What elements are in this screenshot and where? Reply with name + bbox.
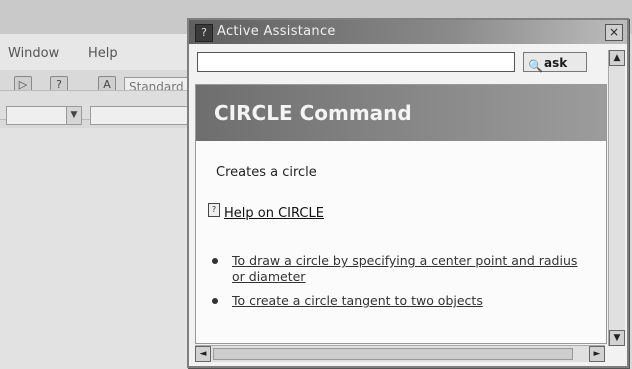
color-dropdown[interactable]: [90, 106, 192, 125]
scroll-down-icon[interactable]: ▼: [609, 330, 625, 346]
search-icon: 🔍: [528, 59, 543, 73]
horizontal-scrollbar[interactable]: ◄ ►: [195, 345, 605, 362]
procedure-list: To draw a circle by specifying a center …: [212, 253, 582, 317]
background-menubar: Window Help: [0, 34, 200, 70]
window-title: Active Assistance: [217, 24, 336, 39]
scroll-up-icon[interactable]: ▲: [609, 50, 625, 66]
list-item: To draw a circle by specifying a center …: [212, 253, 582, 285]
bullet-icon: [212, 258, 218, 264]
help-document-icon: ?: [208, 203, 220, 217]
chevron-down-icon[interactable]: ▼: [66, 107, 81, 124]
scroll-right-icon[interactable]: ►: [589, 346, 605, 362]
procedure-link-tangent[interactable]: To create a circle tangent to two object…: [232, 293, 483, 308]
menu-item-help[interactable]: Help: [88, 46, 118, 61]
help-app-icon: ?: [195, 24, 213, 42]
procedure-link-center-radius[interactable]: To draw a circle by specifying a center …: [232, 253, 577, 284]
window-titlebar[interactable]: ? Active Assistance ×: [189, 20, 627, 44]
ask-button[interactable]: 🔍 ask: [523, 52, 587, 73]
list-item: To create a circle tangent to two object…: [212, 293, 582, 309]
bullet-icon: [212, 298, 218, 304]
header-band: CIRCLE Command: [196, 85, 606, 141]
scroll-left-icon[interactable]: ◄: [195, 346, 211, 362]
close-button[interactable]: ×: [605, 24, 623, 41]
page-title: CIRCLE Command: [214, 101, 412, 125]
ask-button-label: ask: [544, 56, 568, 70]
search-input[interactable]: [197, 52, 515, 72]
active-assistance-window: ? Active Assistance × 🔍 ask CIRCLE Comma…: [187, 18, 629, 368]
help-content-pane: CIRCLE Command Creates a circle ? Help o…: [195, 84, 607, 344]
vertical-scrollbar[interactable]: ▲ ▼: [608, 50, 625, 346]
search-row: 🔍 ask: [197, 52, 599, 74]
command-description: Creates a circle: [216, 165, 317, 180]
drawing-canvas[interactable]: [0, 128, 190, 369]
layer-dropdown[interactable]: ▼: [6, 106, 82, 125]
scroll-thumb[interactable]: [213, 348, 573, 360]
help-on-circle-link[interactable]: Help on CIRCLE: [224, 206, 324, 221]
menu-item-window[interactable]: Window: [8, 46, 59, 61]
